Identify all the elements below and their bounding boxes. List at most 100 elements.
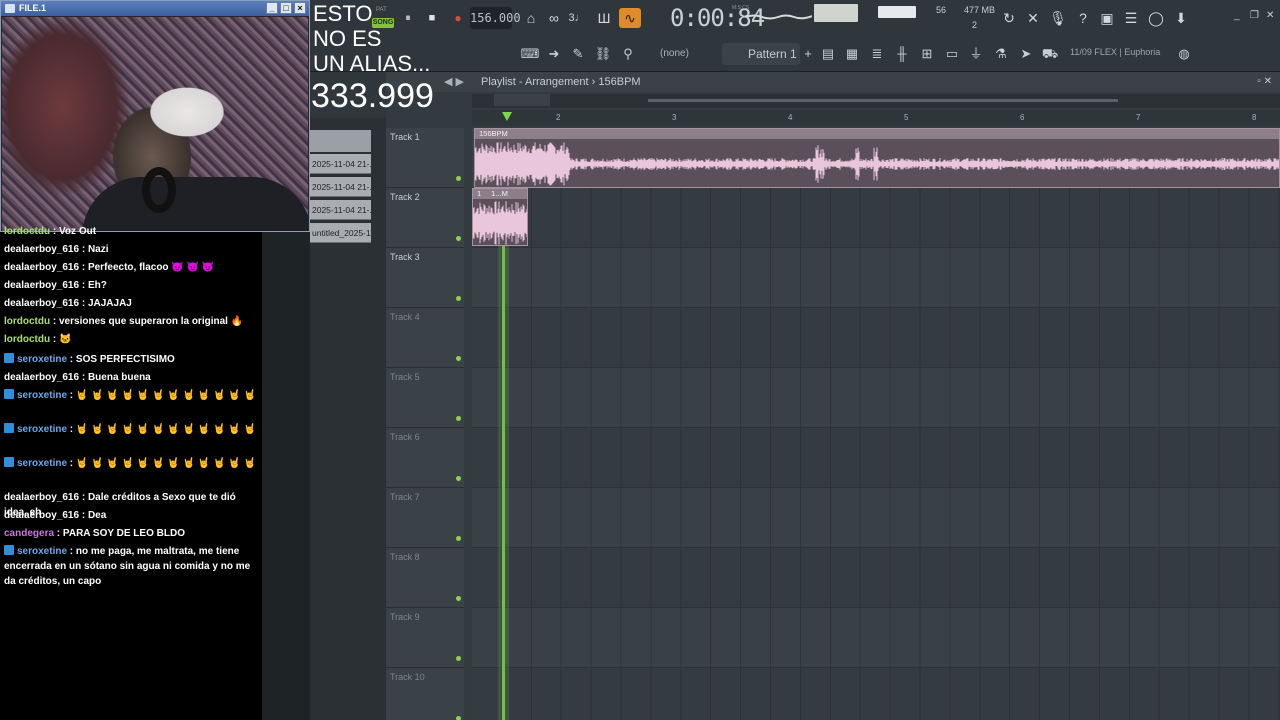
browser-item[interactable]: 2025-11-04 21-...	[310, 200, 371, 220]
app-minimize-icon[interactable]: _	[1234, 10, 1240, 21]
track-lane[interactable]	[472, 308, 1280, 368]
audio-clip[interactable]: 1 1...M	[472, 188, 528, 246]
track-header[interactable]: Track 6	[386, 428, 464, 488]
track-lane[interactable]	[472, 608, 1280, 668]
help-icon[interactable]: ?	[1072, 8, 1094, 28]
link-icon[interactable]: ⛓	[593, 45, 613, 63]
track-header[interactable]: Track 3	[386, 248, 464, 308]
metronome-icon[interactable]: ⌂	[520, 8, 542, 28]
track-header[interactable]: Track 8	[386, 548, 464, 608]
browser-header[interactable]	[310, 130, 371, 152]
chat-username[interactable]: dealaerboy_616	[4, 372, 79, 383]
stop-icon[interactable]: ■	[422, 8, 442, 28]
maximize-button[interactable]: □	[280, 2, 292, 14]
track-header[interactable]: Track 5	[386, 368, 464, 428]
playlist-tools-icon[interactable]: ◀ ▶	[444, 72, 464, 92]
track-mute-led-icon[interactable]	[456, 476, 461, 481]
webcam-titlebar[interactable]: FILE.1 _ □ ×	[1, 1, 309, 16]
track-lane[interactable]	[472, 668, 1280, 720]
app-restore-icon[interactable]: ❐	[1250, 10, 1259, 21]
countdown-icon[interactable]: 3♩	[566, 8, 588, 28]
track-mute-led-icon[interactable]	[456, 296, 461, 301]
track-header[interactable]: Track 7	[386, 488, 464, 548]
chat-username[interactable]: dealaerboy_616	[4, 510, 79, 521]
tuning-icon[interactable]: ⚗	[991, 45, 1011, 63]
track-lane[interactable]	[472, 368, 1280, 428]
playhead-line[interactable]	[502, 246, 505, 720]
piano-roll-icon[interactable]: ▦	[842, 45, 862, 63]
chat-username[interactable]: lordoctdu	[4, 334, 50, 345]
chat-username[interactable]: dealaerboy_616	[4, 492, 79, 503]
keyboard-icon[interactable]: ⌨	[520, 45, 540, 63]
chat-username[interactable]: dealaerboy_616	[4, 244, 79, 255]
track-mute-led-icon[interactable]	[456, 176, 461, 181]
undo-icon[interactable]: ↻	[998, 8, 1020, 28]
scrollbar-thumb[interactable]	[648, 99, 1118, 102]
track-mute-led-icon[interactable]	[456, 236, 461, 241]
browser-icon[interactable]: ▭	[942, 45, 962, 63]
track-mute-led-icon[interactable]	[456, 536, 461, 541]
track-header[interactable]: Track 1	[386, 128, 464, 188]
channel-rack-icon[interactable]: ≣	[867, 45, 887, 63]
add-pattern-button[interactable]: +	[798, 45, 818, 63]
loop-range[interactable]	[494, 94, 550, 106]
playlist-horizontal-scroll[interactable]	[472, 94, 1280, 108]
timeline-ruler[interactable]: 2 3 4 5 6 7 8	[472, 110, 1280, 126]
wait-input-icon[interactable]: ∞	[543, 8, 565, 28]
master-volume[interactable]	[878, 6, 916, 18]
tempo-display[interactable]: 156.000	[470, 7, 521, 29]
globe-icon[interactable]: ◍	[1174, 45, 1194, 63]
track-mute-led-icon[interactable]	[456, 596, 461, 601]
track-lane[interactable]	[472, 248, 1280, 308]
track-lane[interactable]	[472, 488, 1280, 548]
audio-clip[interactable]: 156BPM	[474, 128, 1280, 188]
snap-select[interactable]: (none)	[650, 45, 726, 63]
microphone-icon[interactable]: 🎙	[1047, 8, 1069, 28]
chat-username[interactable]: dealaerboy_616	[4, 298, 79, 309]
track-mute-led-icon[interactable]	[456, 716, 461, 720]
playlist-icon[interactable]: ▤	[818, 45, 838, 63]
cart-icon[interactable]: ⛟	[1040, 45, 1060, 63]
save-icon[interactable]: ▣	[1096, 8, 1118, 28]
send-icon[interactable]: ➤	[1016, 45, 1036, 63]
pat-mode-label[interactable]: PAT	[376, 7, 387, 13]
loop-record-icon[interactable]: ∿	[619, 8, 641, 28]
arrow-icon[interactable]: ➜	[544, 45, 564, 63]
track-lane[interactable]: 156BPM	[472, 128, 1280, 188]
chat-username[interactable]: seroxetine	[17, 424, 67, 435]
browser-item[interactable]: 2025-11-04 21-...	[310, 154, 371, 174]
brush-icon[interactable]: ✎	[568, 45, 588, 63]
track-mute-led-icon[interactable]	[456, 356, 461, 361]
track-mute-led-icon[interactable]	[456, 656, 461, 661]
browser-item[interactable]: untitled_2025-11-04 21-...	[310, 223, 371, 243]
mixer-sliders-icon[interactable]: ╫	[892, 45, 912, 63]
track-lane[interactable]	[472, 428, 1280, 488]
plugin-icon[interactable]: ⊞	[917, 45, 937, 63]
pause-icon[interactable]: ⏸	[398, 8, 418, 28]
song-mode-button[interactable]: SONG	[372, 18, 394, 28]
track-mute-led-icon[interactable]	[456, 416, 461, 421]
chat-username[interactable]: dealaerboy_616	[4, 262, 79, 273]
chat-username[interactable]: dealaerboy_616	[4, 280, 79, 291]
chat-username[interactable]: seroxetine	[17, 458, 67, 469]
chat-username[interactable]: candegera	[4, 528, 54, 539]
stamp-icon[interactable]: ⚲	[618, 45, 638, 63]
chat-username[interactable]: seroxetine	[17, 354, 67, 365]
pattern-select[interactable]: Pattern 1	[722, 43, 800, 65]
mixer-icon[interactable]: ☰	[1120, 8, 1142, 28]
track-header[interactable]: Track 4	[386, 308, 464, 368]
playlist-title[interactable]: Playlist - Arrangement › 156BPM	[481, 72, 641, 92]
track-header[interactable]: Track 9	[386, 608, 464, 668]
track-header[interactable]: Track 10	[386, 668, 464, 720]
close-button[interactable]: ×	[294, 2, 306, 14]
minimize-button[interactable]: _	[266, 2, 278, 14]
playlist-close-icon[interactable]: ▫ ✕	[1257, 72, 1272, 92]
step-edit-icon[interactable]: Ш	[593, 8, 615, 28]
close-x-icon[interactable]: ✕	[1022, 8, 1044, 28]
playhead-marker-icon[interactable]	[502, 112, 512, 121]
chat-icon[interactable]: ◯	[1145, 8, 1167, 28]
track-lane[interactable]	[472, 548, 1280, 608]
track-lane[interactable]: 1 1...M	[472, 188, 1280, 248]
plug-icon[interactable]: ⏚	[966, 45, 986, 63]
chat-username[interactable]: seroxetine	[17, 546, 67, 557]
